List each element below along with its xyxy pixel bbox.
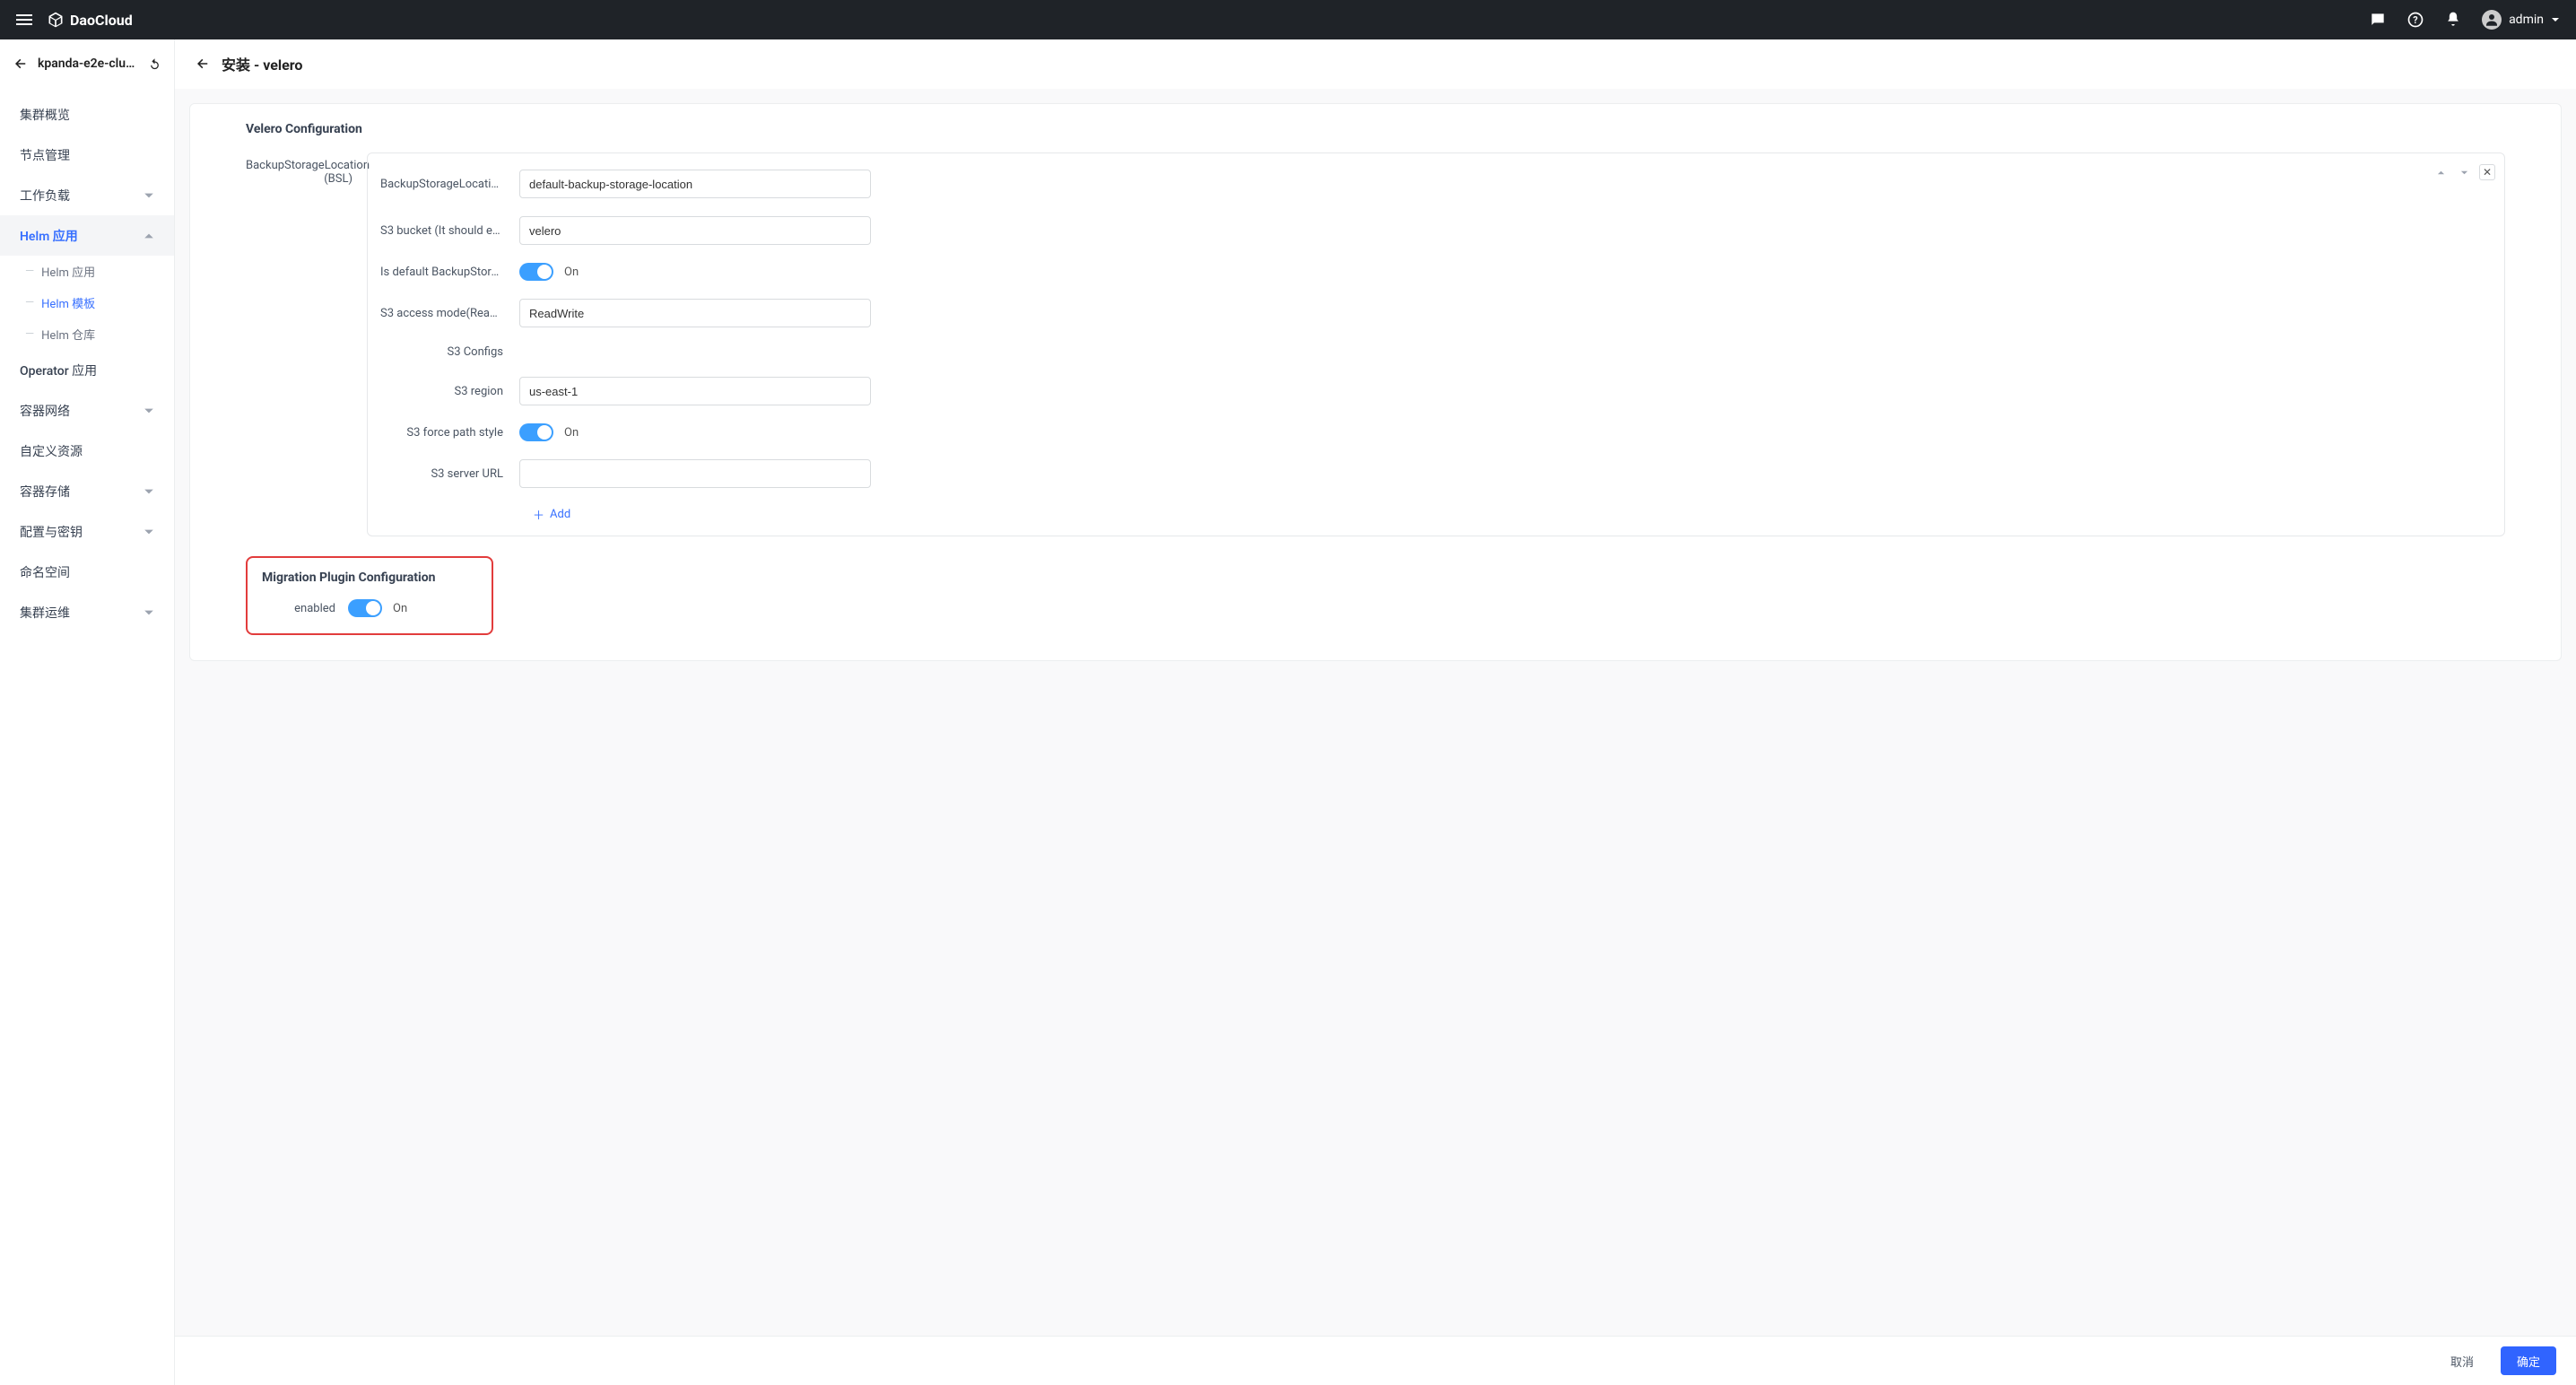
forcepath-value: On	[564, 426, 579, 440]
sidebar-item-cluster-ops[interactable]: 集群运维	[0, 592, 174, 632]
forcepath-switch[interactable]	[519, 423, 553, 441]
sidebar-item-label: Helm 模板	[41, 294, 95, 311]
isdefault-value: On	[564, 266, 579, 279]
sidebar-back-arrow[interactable]	[13, 56, 29, 72]
chevron-down-icon	[144, 405, 154, 416]
sidebar-item-label: 自定义资源	[20, 442, 83, 460]
bsl-move-down[interactable]	[2456, 164, 2472, 180]
add-label: Add	[550, 508, 570, 521]
sidebar-sub-helm-repo[interactable]: —Helm 仓库	[0, 318, 174, 350]
sidebar-item-label: 命名空间	[20, 563, 70, 581]
message-icon[interactable]	[2369, 11, 2387, 29]
bsl-add-link[interactable]: ＋ Add	[380, 506, 2492, 523]
sidebar-item-label: Helm 仓库	[41, 326, 95, 343]
sidebar-item-config[interactable]: 配置与密钥	[0, 511, 174, 552]
confirm-button[interactable]: 确定	[2501, 1346, 2556, 1375]
sidebar-item-workloads[interactable]: 工作负载	[0, 175, 174, 215]
s3configs-label: S3 Configs	[380, 345, 519, 359]
chevron-up-icon	[144, 231, 154, 241]
sidebar-item-label: Helm 应用	[20, 227, 78, 245]
refresh-icon[interactable]	[148, 57, 161, 71]
velero-config-heading: Velero Configuration	[246, 122, 2505, 136]
isdefault-switch[interactable]	[519, 263, 553, 281]
arrow-down-icon	[2460, 169, 2468, 177]
sidebar-sub-helm-app[interactable]: —Helm 应用	[0, 256, 174, 287]
brand-logo[interactable]: DaoCloud	[47, 11, 133, 29]
closeram -icon: ✕	[2483, 167, 2492, 178]
sidebar-item-node-mgmt[interactable]: 节点管理	[0, 135, 174, 175]
migration-enabled-value: On	[393, 602, 407, 615]
forcepath-label: S3 force path style	[380, 426, 519, 440]
sidebar-sub-helm-tmpl[interactable]: —Helm 模板	[0, 287, 174, 318]
sidebar-item-network[interactable]: 容器网络	[0, 390, 174, 431]
migration-plugin-box: Migration Plugin Configuration enabled O…	[246, 556, 493, 635]
sidebar-item-label: 节点管理	[20, 146, 70, 164]
sidebar-item-namespace[interactable]: 命名空间	[0, 552, 174, 592]
sidebar-item-cluster-overview[interactable]: 集群概览	[0, 94, 174, 135]
chevron-down-icon	[144, 607, 154, 618]
help-icon[interactable]: ?	[2406, 11, 2424, 29]
sidebar-item-helm-apps[interactable]: Helm 应用	[0, 215, 174, 256]
brand-name: DaoCloud	[70, 12, 133, 29]
cube-icon	[47, 11, 65, 29]
sidebar-item-label: 集群运维	[20, 604, 70, 622]
sidebar-item-label: Helm 应用	[41, 263, 95, 280]
cancel-button[interactable]: 取消	[2434, 1346, 2490, 1375]
sidebar-item-crd[interactable]: 自定义资源	[0, 431, 174, 471]
bsl-move-up[interactable]	[2432, 164, 2449, 180]
chevron-down-icon	[144, 527, 154, 537]
plus-icon: ＋	[533, 506, 544, 523]
region-input[interactable]	[519, 377, 871, 405]
bell-icon[interactable]	[2444, 11, 2462, 29]
arrow-up-icon	[2437, 169, 2445, 177]
migration-enabled-label: enabled	[267, 602, 348, 615]
bsl-name-label: BackupStorageLocation ...	[380, 178, 519, 191]
svg-text:?: ?	[2413, 14, 2417, 26]
chevron-down-icon	[144, 190, 154, 201]
sidebar-item-label: 配置与密钥	[20, 523, 83, 541]
access-mode-label: S3 access mode(ReadWri...	[380, 307, 519, 320]
migration-heading: Migration Plugin Configuration	[262, 571, 477, 585]
bucket-label: S3 bucket (It should exist...	[380, 224, 519, 238]
sidebar-item-label: 容器存储	[20, 483, 70, 501]
nav-menu-button[interactable]	[16, 14, 32, 25]
avatar	[2482, 10, 2502, 30]
sidebar-item-label: Operator 应用	[20, 361, 97, 379]
sidebar-item-label: 容器网络	[20, 402, 70, 420]
username: admin	[2509, 13, 2544, 27]
sidebar-item-operator[interactable]: Operator 应用	[0, 350, 174, 390]
migration-enabled-switch[interactable]	[348, 599, 382, 617]
bsl-remove[interactable]: ✕	[2479, 164, 2495, 180]
url-label: S3 server URL	[380, 467, 519, 481]
chevron-down-icon	[2551, 15, 2560, 24]
footer: 取消 确定	[175, 1336, 2576, 1385]
sidebar-item-label: 集群概览	[20, 106, 70, 124]
bucket-input[interactable]	[519, 216, 871, 245]
sidebar-item-storage[interactable]: 容器存储	[0, 471, 174, 511]
region-label: S3 region	[380, 385, 519, 398]
user-menu[interactable]: admin	[2482, 10, 2560, 30]
topbar: DaoCloud ? admin	[0, 0, 2576, 39]
chevron-down-icon	[144, 486, 154, 497]
sidebar: kpanda-e2e-clus... 集群概览 节点管理 工作负载 Helm 应…	[0, 39, 175, 1385]
url-input[interactable]	[519, 459, 871, 488]
isdefault-label: Is default BackupStorage...	[380, 266, 519, 279]
page-title: 安装 - velero	[222, 53, 302, 74]
page-header: 安装 - velero	[175, 39, 2576, 89]
bsl-box: ✕ BackupStorageLocation ... S3 bucket (I…	[367, 152, 2505, 536]
bsl-name-input[interactable]	[519, 170, 871, 198]
cluster-name: kpanda-e2e-clus...	[38, 57, 139, 71]
page-back-arrow[interactable]	[195, 56, 211, 72]
bsl-label: BackupStorageLocation (BSL)	[246, 152, 367, 536]
sidebar-item-label: 工作负载	[20, 187, 70, 205]
access-mode-input[interactable]	[519, 299, 871, 327]
